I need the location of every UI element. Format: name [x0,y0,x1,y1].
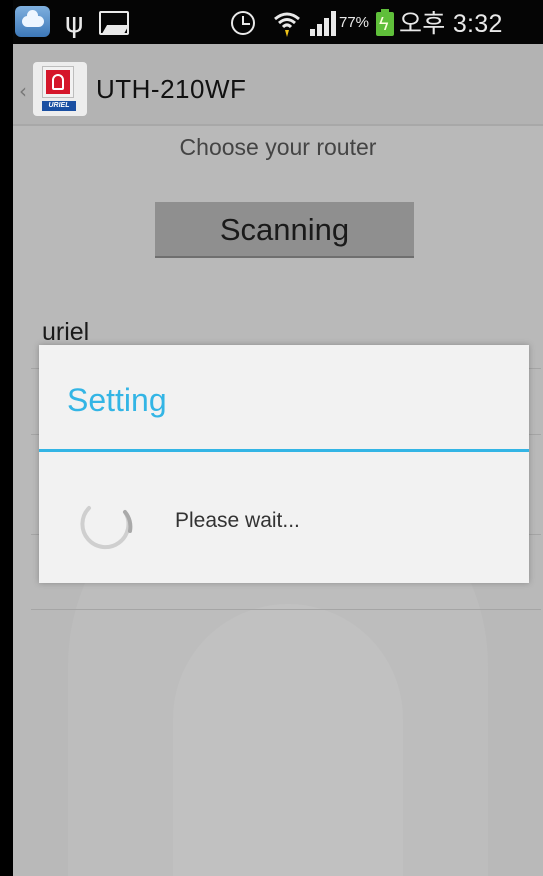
status-bar: ψ 77% ϟ 오후 3:32 [13,0,543,44]
dialog-title: Setting [67,382,167,418]
battery-charging-icon: ϟ [376,9,394,36]
loading-spinner-icon [80,506,133,550]
cloud-icon [15,6,50,37]
progress-dialog: Setting Please wait... [39,345,529,583]
app-logo-icon[interactable]: URIEL [33,62,87,116]
clock: 오후 3:32 [399,10,503,38]
scan-button[interactable]: Scanning [155,202,414,258]
app-title: UTH-210WF [96,74,247,104]
device-screen: ψ 77% ϟ 오후 3:32 ‹ URIEL UTH-210WF Choose… [13,0,543,876]
background-arc-inner [173,604,403,876]
battery-percent: 77% [339,13,370,31]
app-logo-text: URIEL [42,101,76,111]
signal-icon [310,10,338,36]
router-list-item[interactable]: uriel [42,318,89,347]
wifi-icon [274,12,300,37]
action-bar: ‹ URIEL UTH-210WF [13,44,543,126]
choose-router-label: Choose your router [179,134,377,160]
chevron-left-icon[interactable]: ‹ [19,81,27,101]
dialog-message: Please wait... [175,509,300,532]
gallery-icon [99,11,129,35]
dialog-divider [39,449,529,452]
row-divider [31,609,541,610]
alarm-icon [231,11,255,35]
usb-icon: ψ [65,5,84,39]
